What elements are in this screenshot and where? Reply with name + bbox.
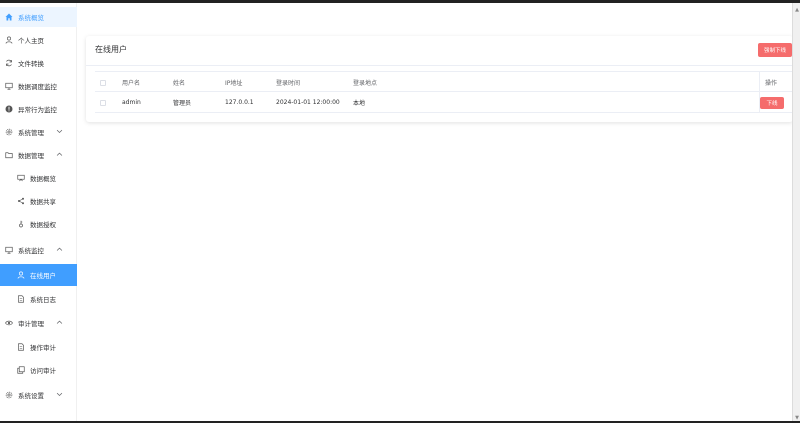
document-icon bbox=[16, 342, 26, 352]
sidebar-item-label: 异常行为监控 bbox=[18, 106, 57, 114]
sidebar-item-label: 文件转换 bbox=[18, 60, 44, 68]
warning-icon bbox=[4, 104, 14, 114]
sidebar-item-system-management[interactable]: 系统管理 bbox=[0, 122, 77, 142]
document-icon bbox=[16, 294, 26, 304]
cell-ip: 127.0.0.1 bbox=[225, 99, 254, 106]
chevron-down-icon bbox=[56, 129, 63, 134]
sidebar-item-label: 访问审计 bbox=[30, 367, 56, 375]
row-checkbox[interactable] bbox=[100, 99, 106, 106]
sidebar-item-anomaly-monitor[interactable]: 异常行为监控 bbox=[0, 99, 77, 119]
logout-user-button[interactable]: 下线 bbox=[760, 96, 784, 109]
cell-action: 下线 bbox=[760, 92, 784, 113]
sidebar-item-label: 操作审计 bbox=[30, 344, 56, 352]
sidebar-item-data-management[interactable]: 数据管理 bbox=[0, 145, 77, 165]
vertical-scrollbar[interactable]: ▲ ▼ bbox=[792, 3, 800, 423]
column-header-name[interactable]: 姓名 bbox=[173, 72, 185, 93]
sidebar-item-system-settings[interactable]: 系统设置 bbox=[0, 385, 77, 405]
monitor-icon bbox=[4, 81, 14, 91]
table-row: admin 管理员 127.0.0.1 2024-01-01 12:00:00 … bbox=[95, 92, 792, 113]
card-title: 在线用户 bbox=[95, 45, 127, 54]
sidebar-item-label: 数据概览 bbox=[30, 175, 56, 183]
sidebar-item-label: 个人主页 bbox=[18, 37, 44, 45]
column-header-login-time[interactable]: 登录时间 bbox=[276, 72, 300, 93]
document-copy-icon bbox=[16, 365, 26, 375]
sidebar-item-overview[interactable]: 系统概览 bbox=[0, 7, 77, 27]
data-board-icon bbox=[16, 173, 26, 183]
user-icon bbox=[4, 35, 14, 45]
force-logout-button[interactable]: 强制下线 bbox=[758, 43, 792, 57]
sidebar-item-system-monitor[interactable]: 系统监控 bbox=[0, 240, 77, 260]
chevron-up-icon bbox=[56, 152, 63, 156]
card-divider bbox=[86, 65, 793, 66]
column-header-login-location[interactable]: 登录地点 bbox=[353, 72, 377, 93]
table-header-row: 用户名 姓名 IP地址 登录时间 登录地点 操作 bbox=[95, 71, 792, 93]
column-header-ip[interactable]: IP地址 bbox=[225, 72, 242, 93]
cell-login-location: 本地 bbox=[353, 100, 366, 107]
column-header-username[interactable]: 用户名 bbox=[122, 72, 140, 93]
gear-icon bbox=[4, 127, 14, 137]
column-divider bbox=[759, 72, 760, 93]
sidebar-item-label: 数据共享 bbox=[30, 198, 56, 206]
column-header-action: 操作 bbox=[765, 80, 778, 87]
cell-name: 管理员 bbox=[173, 100, 192, 107]
row-select-cell bbox=[100, 92, 106, 113]
monitor-icon bbox=[4, 245, 14, 255]
home-icon bbox=[4, 12, 14, 22]
select-all-cell bbox=[100, 72, 106, 93]
sidebar-item-label: 系统设置 bbox=[18, 392, 44, 400]
cell-username: admin bbox=[122, 99, 141, 106]
select-all-checkbox[interactable] bbox=[100, 79, 106, 86]
share-icon bbox=[16, 196, 26, 206]
user-icon bbox=[16, 270, 26, 280]
sidebar-item-label: 审计管理 bbox=[18, 320, 44, 328]
chevron-up-icon bbox=[56, 320, 63, 324]
sidebar-item-schedule-monitor[interactable]: 数据调度监控 bbox=[0, 76, 77, 96]
sidebar-item-label: 系统监控 bbox=[18, 247, 44, 255]
sidebar-item-label: 数据调度监控 bbox=[18, 83, 57, 91]
online-users-table: 用户名 姓名 IP地址 登录时间 登录地点 操作 admin 管理员 127.0… bbox=[95, 71, 792, 113]
sidebar-item-label: 系统日志 bbox=[30, 296, 56, 304]
sidebar-item-label: 在线用户 bbox=[30, 272, 56, 280]
sidebar-item-label: 数据授权 bbox=[30, 221, 56, 229]
gear-icon bbox=[4, 390, 14, 400]
eye-icon bbox=[4, 318, 14, 328]
sidebar-item-data-overview[interactable]: 数据概览 bbox=[0, 168, 77, 188]
sidebar-item-operation-audit[interactable]: 操作审计 bbox=[0, 337, 77, 357]
folder-icon bbox=[4, 150, 14, 160]
sidebar-item-file-convert[interactable]: 文件转换 bbox=[0, 53, 77, 73]
chevron-up-icon bbox=[56, 247, 63, 251]
sidebar-item-online-users[interactable]: 在线用户 bbox=[0, 264, 77, 286]
sidebar-item-system-log[interactable]: 系统日志 bbox=[0, 289, 77, 309]
scroll-up-icon[interactable]: ▲ bbox=[795, 7, 799, 13]
sidebar-item-label: 系统管理 bbox=[18, 129, 44, 137]
sidebar-item-label: 系统概览 bbox=[18, 14, 44, 22]
sidebar-item-data-share[interactable]: 数据共享 bbox=[0, 191, 77, 211]
online-users-card: 在线用户 强制下线 用户名 姓名 IP地址 登录时间 登录地点 操作 admin bbox=[86, 36, 793, 122]
sidebar-item-data-authorization[interactable]: 数据授权 bbox=[0, 214, 77, 234]
main-content: 在线用户 强制下线 用户名 姓名 IP地址 登录时间 登录地点 操作 admin bbox=[77, 3, 793, 421]
key-icon bbox=[16, 219, 26, 229]
cell-login-time: 2024-01-01 12:00:00 bbox=[276, 99, 340, 106]
sidebar-item-access-audit[interactable]: 访问审计 bbox=[0, 360, 77, 380]
refresh-icon bbox=[4, 58, 14, 68]
sidebar-item-profile[interactable]: 个人主页 bbox=[0, 30, 77, 50]
sidebar-item-label: 数据管理 bbox=[18, 152, 44, 160]
sidebar-item-audit-management[interactable]: 审计管理 bbox=[0, 313, 77, 333]
chevron-down-icon bbox=[56, 392, 63, 397]
sidebar: 系统概览 个人主页 文件转换 数据调度监控 异常行为监控 系统管理 数据管理 数… bbox=[0, 3, 77, 421]
